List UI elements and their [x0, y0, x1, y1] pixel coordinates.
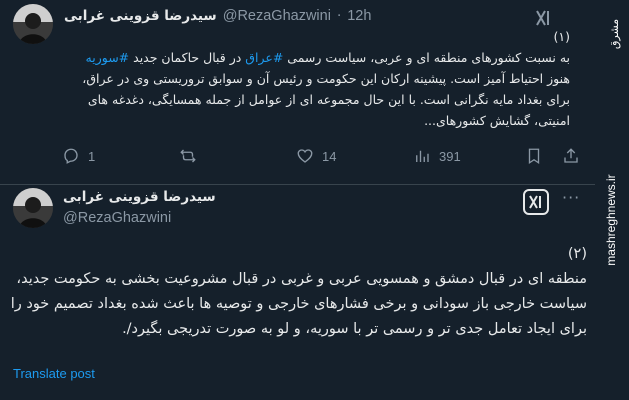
author-name[interactable]: سیدرضا قزوینی غرابی	[64, 8, 217, 24]
reply-icon	[64, 148, 78, 164]
translate-post-link[interactable]: Translate post	[13, 366, 95, 381]
views-icon	[416, 150, 429, 162]
grok-icon	[529, 195, 541, 209]
mashregh-logo: مشرق	[608, 19, 621, 49]
tweet-2[interactable]: سیدرضا قزوینی غرابی @RezaGhazwini ··· (۲…	[0, 186, 595, 400]
like-count: 14	[322, 148, 337, 164]
views-button[interactable]: 391	[413, 147, 461, 165]
tweet-1-actions: 1 14 391	[62, 147, 582, 165]
post-time[interactable]: 12h	[347, 8, 371, 24]
avatar[interactable]	[13, 188, 53, 228]
retweet-icon	[180, 149, 196, 163]
thread-number: (۱)	[553, 29, 571, 44]
tweet-2-text: (۲) منطقه ای در قبال دمشق و همسویی عربی …	[10, 242, 587, 342]
watermark-url-text: mashreghnews.ir	[604, 174, 618, 265]
tweet-text-part: در قبال حاکمان جدید	[129, 50, 246, 65]
watermark-url: mashreghnews.ir	[604, 174, 618, 265]
bookmark-button[interactable]	[525, 147, 543, 165]
watermark-strip: مشرق mashreghnews.ir	[595, 0, 629, 400]
tweet-text-part: به نسبت کشورهای منطقه ای و عربی، سیاست ر…	[283, 50, 570, 65]
tweet-text: منطقه ای در قبال دمشق و همسویی عربی و غر…	[10, 271, 587, 337]
tweet-1-text: (۱) به نسبت کشورهای منطقه ای و عربی، سیا…	[60, 26, 570, 131]
watermark-brand: مشرق	[608, 19, 621, 49]
avatar[interactable]	[13, 4, 53, 44]
view-count: 391	[439, 148, 461, 164]
hashtag-iraq[interactable]: #عراق	[245, 50, 283, 65]
grok-icon[interactable]	[535, 9, 553, 27]
grok-button[interactable]	[523, 189, 549, 215]
separator: ·	[336, 8, 342, 24]
hashtag-syria[interactable]: #سوریه	[86, 50, 130, 65]
heart-icon	[297, 149, 313, 163]
more-options-icon[interactable]: ···	[562, 188, 580, 207]
share-icon	[564, 148, 578, 163]
thread-number: (۲)	[567, 246, 587, 262]
tweet-1[interactable]: سیدرضا قزوینی غرابی @RezaGhazwini · 12h …	[0, 0, 595, 185]
share-button[interactable]	[562, 147, 580, 165]
tweet-1-header: سیدرضا قزوینی غرابی @RezaGhazwini · 12h	[64, 8, 371, 24]
retweet-button[interactable]	[179, 147, 205, 165]
timeline: سیدرضا قزوینی غرابی @RezaGhazwini · 12h …	[0, 0, 595, 400]
reply-button[interactable]: 1	[62, 147, 95, 165]
reply-count: 1	[88, 148, 96, 164]
bookmark-icon	[528, 148, 540, 165]
author-handle[interactable]: @RezaGhazwini	[223, 8, 331, 24]
tweet-text-part: هنوز احتیاط آمیز است. پیشینه ارکان این ح…	[82, 71, 570, 128]
author-name[interactable]: سیدرضا قزوینی غرابی	[63, 189, 216, 205]
like-button[interactable]: 14	[296, 147, 336, 165]
author-handle[interactable]: @RezaGhazwini	[63, 210, 171, 226]
